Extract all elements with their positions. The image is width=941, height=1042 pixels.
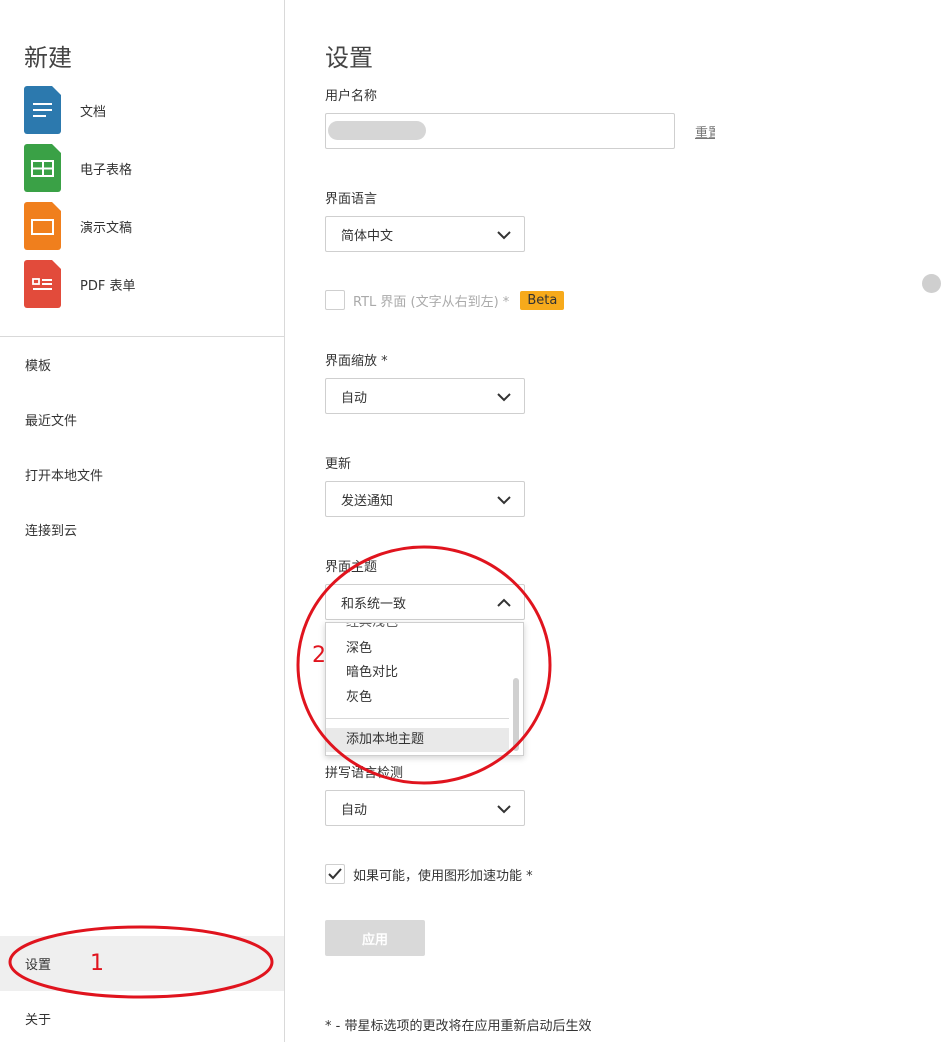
annotation-ellipse-settings	[8, 925, 274, 999]
annotation-overlay	[8, 545, 552, 999]
annotation-marker-2: 2	[312, 643, 326, 668]
annotation-ellipse-theme	[296, 545, 552, 785]
annotation-marker-1: 1	[90, 951, 104, 976]
